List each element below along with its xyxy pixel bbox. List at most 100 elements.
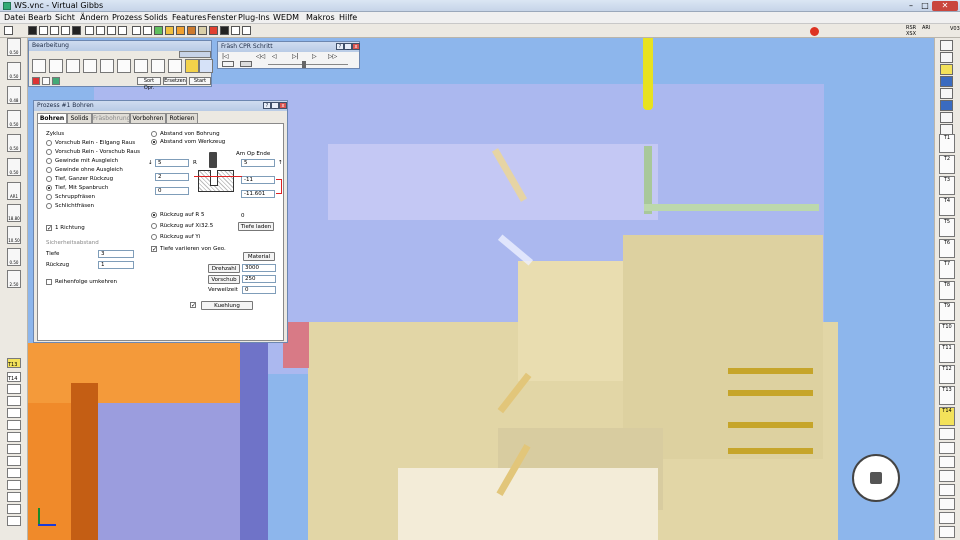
left-tool-t14[interactable]: T14 — [7, 372, 21, 382]
solid-icon[interactable] — [187, 26, 196, 35]
zyklus-radio-7[interactable] — [46, 203, 52, 209]
part-icon[interactable] — [198, 26, 207, 35]
verweilzeit-field[interactable]: 0 — [242, 286, 276, 294]
zoom-icon[interactable] — [132, 26, 141, 35]
tool-t9[interactable]: T9 — [939, 302, 955, 321]
tab-solids[interactable]: Solids — [67, 113, 92, 123]
right-tool-5-icon[interactable] — [940, 88, 953, 99]
left-tool-10[interactable]: 0.50 — [7, 248, 21, 266]
tool-slot-b[interactable] — [939, 442, 955, 454]
tool-slot-a[interactable] — [939, 428, 955, 440]
cpr-ff-icon[interactable]: ▷▷ — [328, 53, 337, 60]
left-tool-slot-a[interactable] — [7, 384, 21, 394]
left-tool-3[interactable]: 0.48 — [7, 86, 21, 104]
circle-icon[interactable] — [85, 26, 94, 35]
tool-slot-f[interactable] — [939, 498, 955, 510]
right-tool-ring-icon[interactable] — [940, 40, 953, 51]
machine-icon[interactable] — [220, 26, 229, 35]
menu-bearb[interactable]: Bearb — [28, 13, 52, 22]
richtung-checkbox[interactable]: ✓ — [46, 225, 52, 232]
bearb-stop-icon[interactable] — [32, 77, 40, 85]
cpr-speed-slider[interactable] — [268, 64, 348, 65]
prozess-close-button[interactable]: x — [279, 102, 287, 109]
copy-icon[interactable] — [107, 26, 116, 35]
minimize-button[interactable]: – — [904, 1, 918, 11]
material-button[interactable]: Material — [243, 252, 275, 261]
bearb-grid-icon[interactable] — [42, 77, 50, 85]
menu-datei[interactable]: Datei — [4, 13, 25, 22]
tiefe-laden-button[interactable]: Tiefe laden — [238, 222, 274, 231]
prozess-min-button[interactable]: _ — [271, 102, 279, 109]
stop-icon[interactable] — [810, 27, 819, 36]
menu-solids[interactable]: Solids — [144, 13, 168, 22]
view-doc-icon[interactable] — [50, 26, 59, 35]
tool-icon[interactable] — [176, 26, 185, 35]
stack-icon[interactable] — [118, 26, 127, 35]
tab-frasbohrung[interactable]: Fräsbohrung — [92, 113, 130, 123]
menu-makros[interactable]: Makros — [306, 13, 335, 22]
start-button[interactable]: Start — [189, 77, 211, 85]
view-s-icon[interactable] — [61, 26, 70, 35]
bearb-yellow-icon[interactable] — [185, 59, 199, 73]
left-tool-6[interactable]: 0.50 — [7, 158, 21, 176]
menu-plugins[interactable]: Plug-Ins — [238, 13, 270, 22]
geo-left-field-2[interactable]: 0 — [155, 187, 189, 195]
bearb-v-icon[interactable] — [199, 59, 213, 73]
geo-left-field-1[interactable]: 2 — [155, 173, 189, 181]
abstand-radio-1[interactable] — [151, 139, 157, 145]
tool-t1[interactable]: T1 — [939, 134, 955, 153]
pencil-icon[interactable] — [143, 26, 152, 35]
bearb-drill-icon[interactable] — [100, 59, 114, 73]
maximize-button[interactable]: □ — [918, 1, 932, 11]
zyklus-radio-4[interactable] — [46, 176, 52, 182]
cpr-mode-icon[interactable] — [222, 61, 234, 67]
menu-wedm[interactable]: WEDM — [273, 13, 299, 22]
lock-icon[interactable] — [165, 26, 174, 35]
bearb-arc-icon[interactable] — [66, 59, 80, 73]
cpr-step-fwd-icon[interactable]: ▷| — [292, 53, 299, 60]
tool-t13[interactable]: T13 — [939, 386, 955, 405]
view-compass-icon[interactable] — [852, 454, 900, 502]
menu-sicht[interactable]: Sicht — [55, 13, 75, 22]
tool-t3[interactable]: T3 — [939, 176, 955, 195]
menu-fenster[interactable]: Fenster — [207, 13, 237, 22]
menu-prozess[interactable]: Prozess — [112, 13, 142, 22]
bearb-dots-icon[interactable] — [32, 59, 46, 73]
tool-slot-d[interactable] — [939, 470, 955, 482]
left-tool-5[interactable]: 0.50 — [7, 134, 21, 152]
zyklus-radio-2[interactable] — [46, 158, 52, 164]
cpr-first-icon[interactable]: |◁ — [222, 53, 229, 60]
left-tool-slot-b[interactable] — [7, 396, 21, 406]
tool-t4[interactable]: T4 — [939, 197, 955, 216]
cpr-slider-thumb[interactable] — [302, 61, 306, 68]
view-dark-icon[interactable] — [72, 26, 81, 35]
vorschub-field[interactable]: 250 — [242, 275, 276, 283]
menu-features[interactable]: Features — [172, 13, 206, 22]
left-tool-2[interactable]: 0.50 — [7, 62, 21, 80]
right-tool-4-icon[interactable] — [940, 76, 953, 87]
bearb-mill-icon[interactable] — [151, 59, 165, 73]
tool-t5[interactable]: T5 — [939, 218, 955, 237]
grid-icon[interactable] — [96, 26, 105, 35]
geo-right-field-2[interactable]: -11.601 — [241, 190, 275, 198]
tool-t2[interactable]: T2 — [939, 155, 955, 174]
left-tool-slot-l[interactable] — [7, 516, 21, 526]
left-tool-t13[interactable]: T13 — [7, 358, 21, 368]
cpr-part-icon[interactable] — [240, 61, 252, 67]
tool-slot-g[interactable] — [939, 512, 955, 524]
ruckzug-field[interactable]: 1 — [98, 261, 134, 269]
cpr-play-icon[interactable]: ▷ — [312, 53, 317, 60]
tool-t12[interactable]: T12 — [939, 365, 955, 384]
drehzahl-button[interactable]: Drehzahl — [208, 264, 240, 273]
compass-center-icon[interactable] — [870, 472, 882, 484]
left-tool-8[interactable]: 18.80 — [7, 204, 21, 222]
zyklus-radio-6[interactable] — [46, 194, 52, 200]
zyklus-radio-0[interactable] — [46, 140, 52, 146]
bearb-car-icon[interactable] — [117, 59, 131, 73]
tool-slot-h[interactable] — [939, 526, 955, 538]
right-tool-3-icon[interactable] — [940, 64, 953, 75]
green-shape-icon[interactable] — [154, 26, 163, 35]
geo-left-field-0[interactable]: 5 — [155, 159, 189, 167]
left-tool-slot-j[interactable] — [7, 492, 21, 502]
right-tool-7-icon[interactable] — [940, 112, 953, 123]
